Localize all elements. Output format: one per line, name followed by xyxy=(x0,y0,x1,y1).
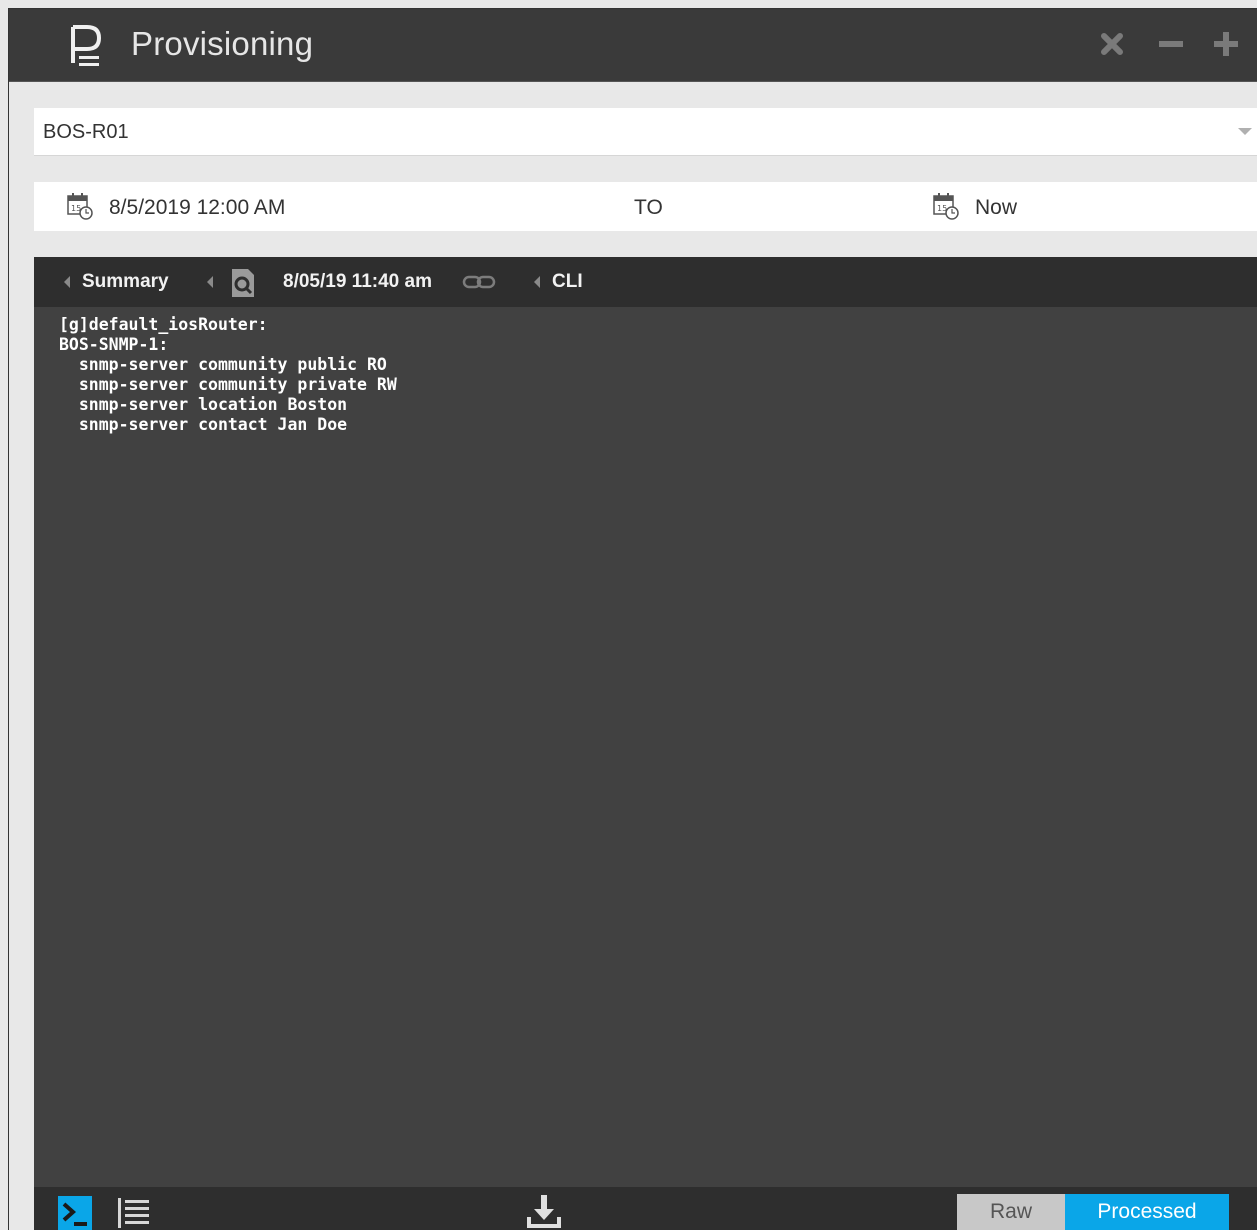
calendar-clock-icon[interactable]: 15 xyxy=(67,192,93,220)
device-selector[interactable]: BOS-R01 xyxy=(34,108,1257,156)
breadcrumb-cli[interactable]: CLI xyxy=(552,271,583,293)
config-line: BOS-SNMP-1: xyxy=(59,335,169,354)
chevron-left-icon xyxy=(207,276,213,288)
app-title: Provisioning xyxy=(131,25,314,62)
calendar-clock-icon[interactable]: 15 xyxy=(933,192,959,220)
raw-toggle-button[interactable]: Raw xyxy=(957,1194,1065,1230)
breadcrumb: Summary 8/05/19 11:40 am CLI xyxy=(34,257,1257,307)
chevron-left-icon xyxy=(534,276,540,288)
chevron-down-icon[interactable] xyxy=(1238,128,1252,135)
maximize-icon xyxy=(1214,32,1238,56)
config-line: snmp-server community public RO xyxy=(59,355,387,374)
close-icon xyxy=(1101,33,1123,55)
config-output: [g]default_iosRouter: BOS-SNMP-1: snmp-s… xyxy=(59,315,397,435)
date-range-separator: TO xyxy=(634,196,663,219)
date-from[interactable]: 8/5/2019 12:00 AM xyxy=(109,196,285,220)
bottom-toolbar: Raw Processed xyxy=(34,1187,1257,1230)
config-panel: Summary 8/05/19 11:40 am CLI [g]default_… xyxy=(34,257,1257,1230)
config-line: [g]default_iosRouter: xyxy=(59,315,268,334)
close-button[interactable] xyxy=(1097,29,1127,59)
date-to[interactable]: Now xyxy=(975,196,1017,220)
title-bar: Provisioning xyxy=(9,9,1257,82)
search-document-icon[interactable] xyxy=(229,268,257,298)
date-range-bar: 15 8/5/2019 12:00 AM TO 15 Now xyxy=(34,182,1257,231)
provisioning-window: Provisioning BOS-R01 15 8/5/2019 12:00 A… xyxy=(8,8,1257,1230)
list-icon[interactable] xyxy=(116,1196,152,1230)
config-line: snmp-server location Boston xyxy=(59,395,348,414)
terminal-icon[interactable] xyxy=(58,1196,92,1230)
breadcrumb-summary[interactable]: Summary xyxy=(82,271,169,293)
link-icon[interactable] xyxy=(462,274,496,290)
chevron-left-icon xyxy=(64,276,70,288)
download-icon[interactable] xyxy=(526,1193,562,1229)
minimize-icon xyxy=(1159,41,1183,47)
breadcrumb-timestamp[interactable]: 8/05/19 11:40 am xyxy=(283,271,432,293)
device-selector-value: BOS-R01 xyxy=(43,121,129,143)
processed-toggle-button[interactable]: Processed xyxy=(1065,1194,1229,1230)
app-logo-icon xyxy=(71,25,102,66)
minimize-button[interactable] xyxy=(1156,29,1186,59)
config-line: snmp-server community private RW xyxy=(59,375,397,394)
config-line: snmp-server contact Jan Doe xyxy=(59,415,348,434)
maximize-button[interactable] xyxy=(1211,29,1241,59)
